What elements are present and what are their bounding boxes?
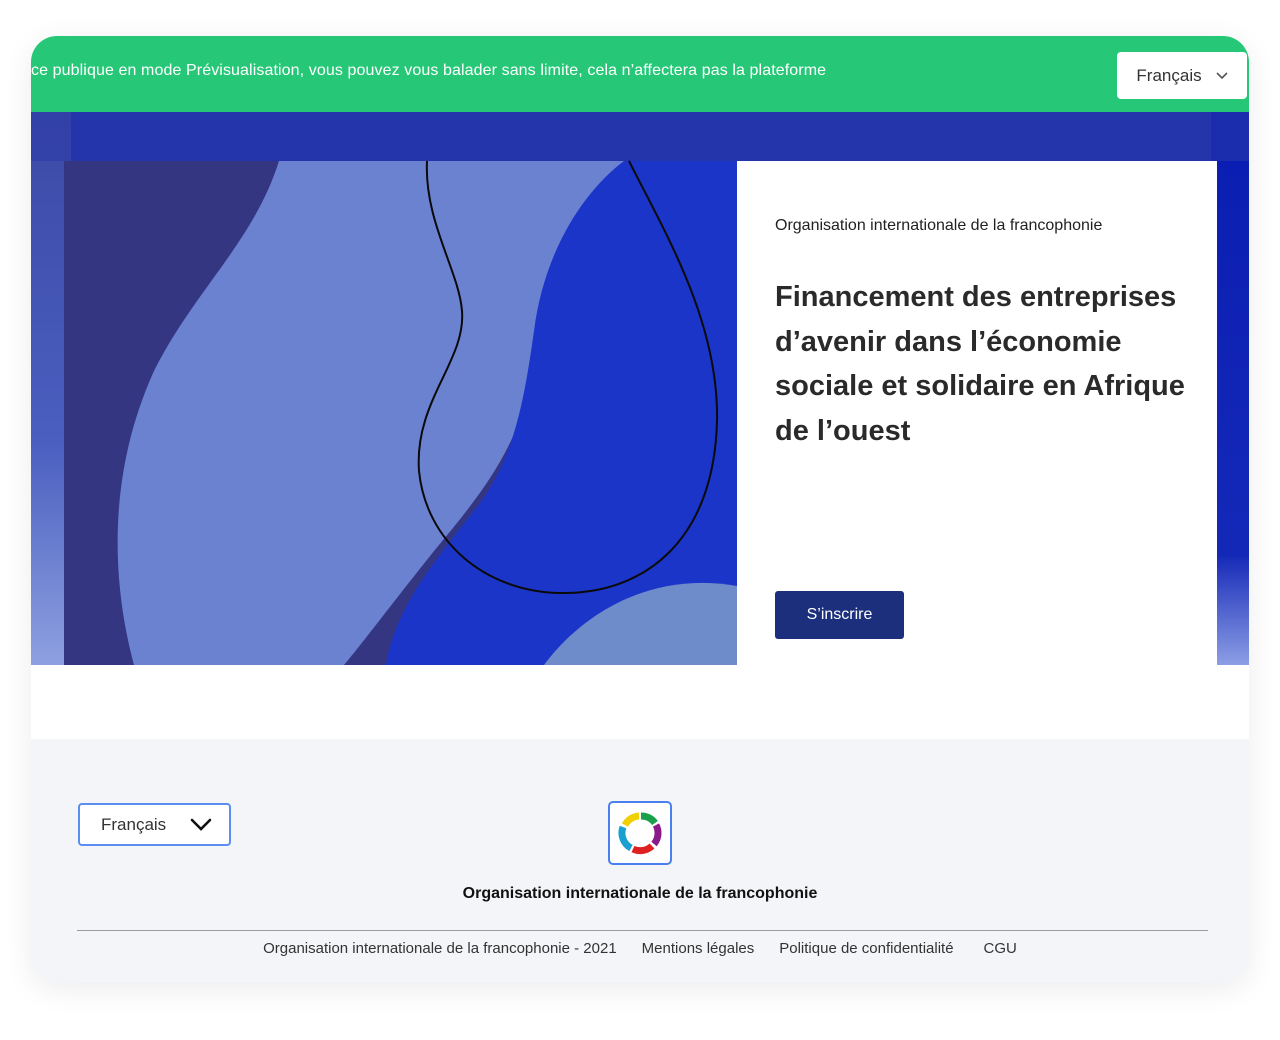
privacy-policy-link[interactable]: Politique de confidentialité	[779, 940, 953, 957]
preview-banner-text: ce publique en mode Prévisualisation, vo…	[31, 62, 827, 79]
footer-links: Organisation internationale de la franco…	[31, 940, 1249, 957]
francophonie-ring-icon	[618, 812, 662, 855]
footer-divider	[77, 930, 1208, 931]
footer-copyright-link[interactable]: Organisation internationale de la franco…	[263, 940, 617, 957]
legal-notice-link[interactable]: Mentions légales	[642, 940, 755, 957]
footer-organization: Organisation internationale de la franco…	[462, 885, 818, 902]
register-button[interactable]: S’inscrire	[775, 591, 904, 639]
language-select-footer[interactable]: Français	[78, 803, 231, 846]
hero-organization: Organisation internationale de la franco…	[775, 217, 1103, 234]
hero-section: Organisation internationale de la franco…	[31, 112, 1249, 665]
chevron-down-icon	[190, 818, 212, 831]
language-select-footer-label: Français	[101, 814, 167, 834]
preview-banner: ce publique en mode Prévisualisation, vo…	[31, 36, 1249, 112]
organization-logo[interactable]	[608, 801, 672, 865]
terms-link[interactable]: CGU	[984, 940, 1017, 957]
language-select-top[interactable]: Français	[1117, 52, 1247, 99]
page-frame: ce publique en mode Prévisualisation, vo…	[31, 36, 1249, 983]
hero-card: Organisation internationale de la franco…	[737, 161, 1217, 665]
language-select-label: Français	[1136, 65, 1202, 85]
hero-title: Financement des entreprises d’avenir dan…	[775, 281, 1185, 447]
chevron-down-icon	[1216, 71, 1228, 79]
footer: Français Organisation internationale de …	[31, 739, 1249, 983]
